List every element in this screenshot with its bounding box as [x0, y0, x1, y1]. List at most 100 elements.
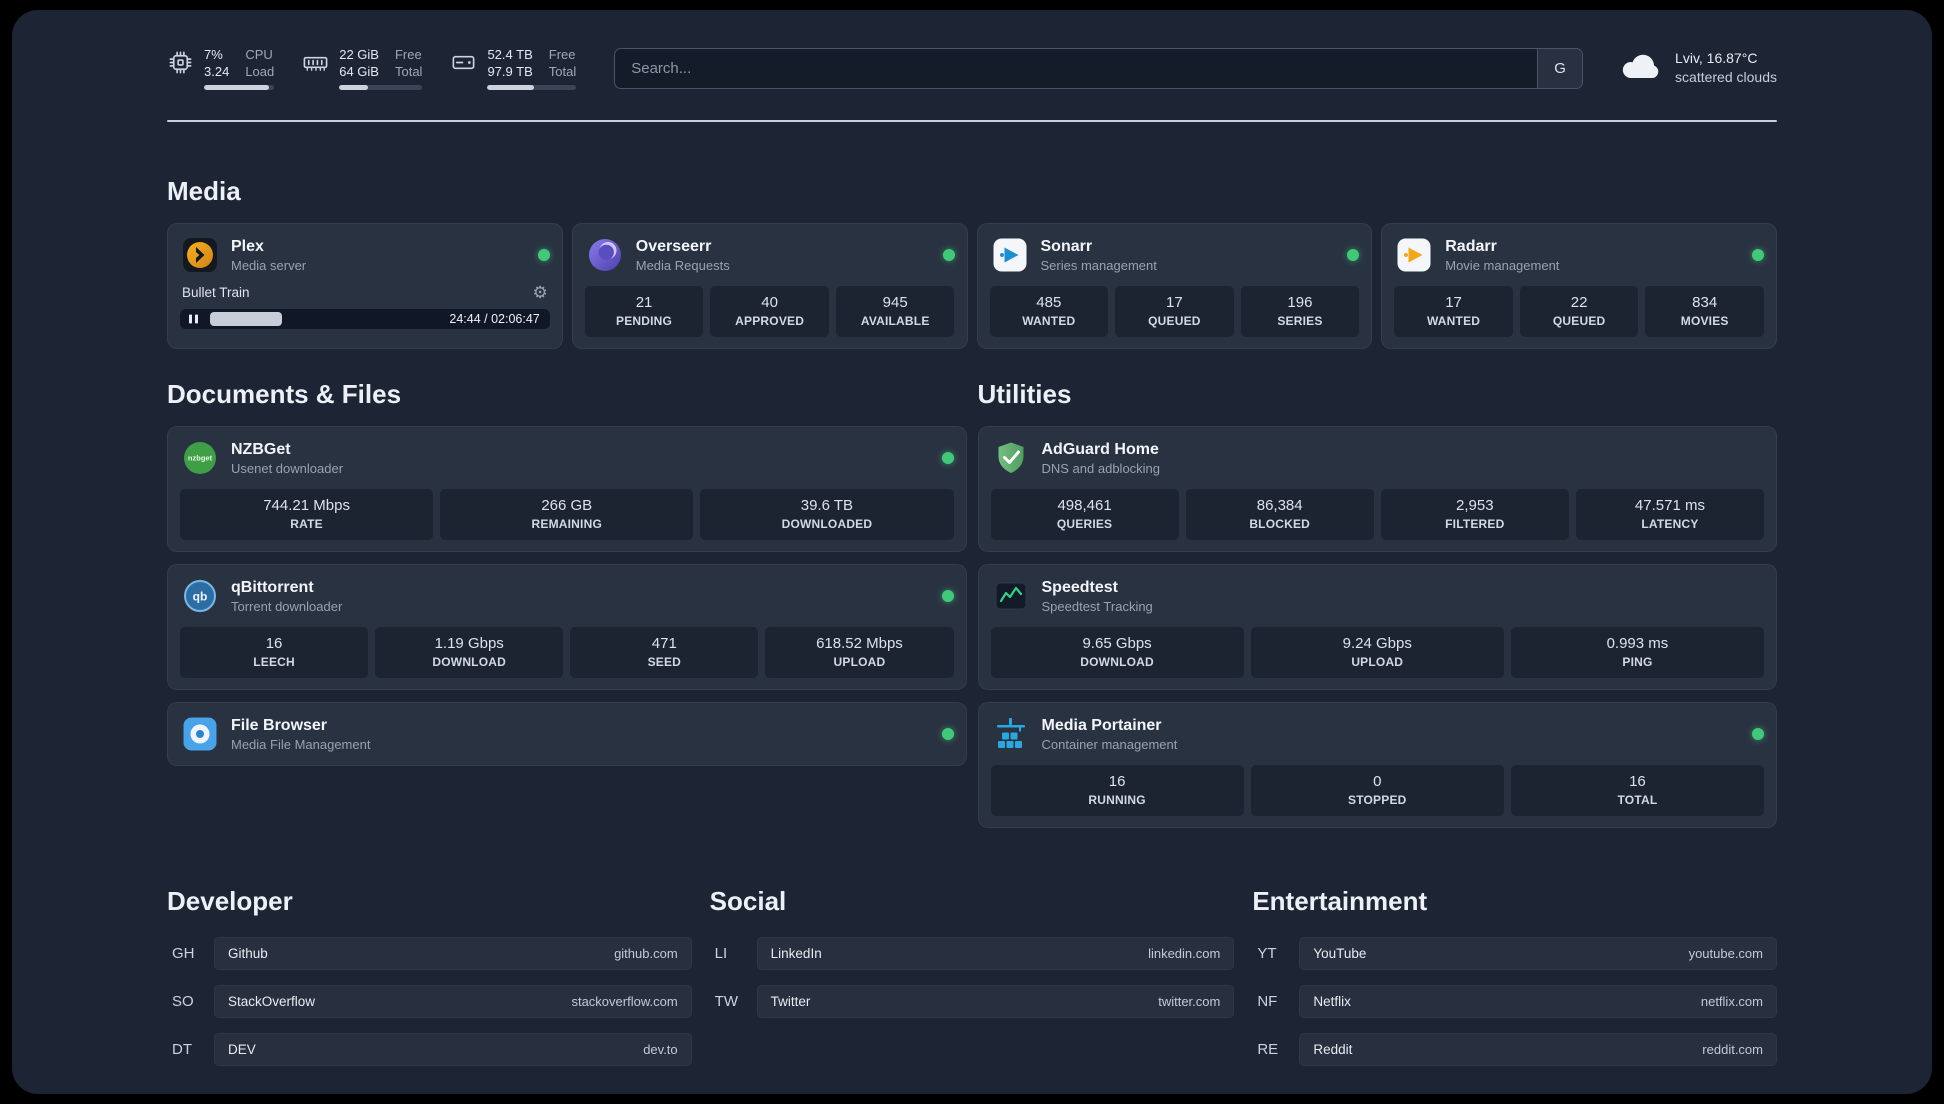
stat-approved: 40 APPROVED: [710, 286, 829, 337]
stat-filtered: 2,953 FILTERED: [1380, 489, 1569, 540]
bookmark-twitter[interactable]: TW Twitter twitter.com: [710, 985, 1235, 1018]
bookmark-github[interactable]: GH Github github.com: [167, 937, 692, 970]
service-card-nzbget[interactable]: nzbget NZBGet Usenet downloader 744.21 M…: [167, 426, 967, 552]
bookmark-reddit[interactable]: RE Reddit reddit.com: [1252, 1033, 1777, 1066]
service-name: AdGuard Home: [1041, 440, 1159, 458]
section-title-developer: Developer: [167, 886, 293, 916]
pause-icon[interactable]: [189, 314, 198, 324]
bookmark-group-entertainment: Entertainment YT YouTube youtube.com NF …: [1252, 886, 1777, 1081]
status-dot: [941, 590, 954, 602]
service-card-radarr[interactable]: Radarr Movie management 17 WANTED 22 QUE…: [1381, 223, 1777, 349]
bookmark-linkedin[interactable]: LI LinkedIn linkedin.com: [710, 937, 1235, 970]
bookmark-pill: DEV dev.to: [214, 1033, 692, 1066]
cpu-widget: 7% 3.24 CPU Load: [167, 46, 275, 90]
filebrowser-icon: [180, 714, 220, 754]
service-name: Speedtest: [1041, 578, 1118, 596]
cpu-load-value: 3.24: [204, 64, 230, 79]
search-input[interactable]: [614, 47, 1584, 89]
service-name: qBittorrent: [231, 578, 314, 596]
bookmark-pill: YouTube youtube.com: [1299, 937, 1777, 970]
memory-free-value: 22 GiB: [339, 47, 379, 62]
cpu-load-label: Load: [245, 64, 275, 79]
service-desc: Container management: [1041, 736, 1178, 752]
service-card-overseerr[interactable]: Overseerr Media Requests 21 PENDING 40 A…: [571, 223, 968, 349]
service-card-speedtest[interactable]: Speedtest Speedtest Tracking 9.65 Gbps D…: [977, 564, 1777, 690]
service-card-plex[interactable]: Plex Media server Bullet Train ⚙ 24:44 /…: [167, 223, 563, 349]
service-name: Media Portainer: [1041, 716, 1162, 734]
qbittorrent-icon: qb: [180, 576, 220, 616]
bookmark-youtube[interactable]: YT YouTube youtube.com: [1252, 937, 1777, 970]
status-dot: [942, 249, 955, 261]
service-card-qbittorrent[interactable]: qb qBittorrent Torrent downloader 16 LEE…: [167, 564, 967, 690]
adguard-icon: [991, 438, 1031, 478]
service-desc: Series management: [1040, 257, 1157, 273]
section-title-documents: Documents & Files: [167, 379, 402, 409]
service-card-portainer[interactable]: Media Portainer Container management 16 …: [977, 702, 1777, 828]
memory-icon: [302, 49, 329, 76]
bookmark-pill: Twitter twitter.com: [756, 985, 1235, 1018]
service-card-sonarr[interactable]: Sonarr Series management 485 WANTED 17 Q…: [976, 223, 1373, 349]
cloud-icon: [1619, 49, 1663, 88]
bookmark-pill: Netflix netflix.com: [1299, 985, 1777, 1018]
bookmark-pill: StackOverflow stackoverflow.com: [214, 985, 692, 1018]
service-name: NZBGet: [231, 440, 291, 458]
section-title-utilities: Utilities: [977, 379, 1072, 409]
cpu-bar-fill: [204, 85, 270, 90]
memory-bar: [339, 85, 423, 90]
memory-bar-fill: [339, 85, 368, 90]
stat-rate: 744.21 Mbps RATE: [180, 489, 434, 540]
weather-location: Lviv, 16.87°C: [1675, 50, 1758, 66]
cpu-label: CPU: [245, 47, 273, 62]
service-name: Overseerr: [635, 237, 712, 255]
speedtest-icon: [991, 576, 1031, 616]
bookmark-abbr: SO: [172, 993, 194, 1010]
stat-upload: 618.52 Mbps UPLOAD: [765, 627, 954, 678]
sonarr-icon: [990, 235, 1030, 275]
nzbget-icon: nzbget: [180, 438, 220, 478]
disk-widget: 52.4 TB 97.9 TB Free Total: [450, 46, 577, 90]
stat-leech: 16 LEECH: [180, 627, 369, 678]
cpu-usage: 7%: [204, 47, 223, 62]
service-desc: DNS and adblocking: [1041, 460, 1161, 476]
weather-condition: scattered clouds: [1675, 69, 1777, 85]
bookmark-dev[interactable]: DT DEV dev.to: [167, 1033, 692, 1066]
stat-blocked: 86,384 BLOCKED: [1185, 489, 1374, 540]
disk-total-label: Total: [548, 64, 577, 79]
now-playing-title: Bullet Train: [182, 285, 250, 300]
stat-pending: 21 PENDING: [584, 286, 704, 337]
bookmark-abbr: YT: [1257, 945, 1277, 962]
stat-queued: 17 QUEUED: [1115, 286, 1234, 337]
service-card-adguard[interactable]: AdGuard Home DNS and adblocking 498,461 …: [977, 426, 1777, 552]
bookmark-netflix[interactable]: NF Netflix netflix.com: [1252, 985, 1777, 1018]
stat-queued: 22 QUEUED: [1519, 286, 1639, 337]
service-desc: Speedtest Tracking: [1041, 598, 1153, 614]
topbar: 7% 3.24 CPU Load 22 GiB 64 GiB Free Tota…: [167, 46, 1777, 90]
stat-running: 16 RUNNING: [990, 765, 1244, 816]
service-desc: Movie management: [1445, 257, 1560, 273]
bookmark-stackoverflow[interactable]: SO StackOverflow stackoverflow.com: [167, 985, 692, 1018]
bookmark-pill: Github github.com: [214, 937, 692, 970]
bookmark-abbr: GH: [172, 945, 195, 962]
service-card-filebrowser[interactable]: File Browser Media File Management: [167, 702, 967, 766]
bookmark-pill: LinkedIn linkedin.com: [756, 937, 1235, 970]
bookmark-group-social: Social LI LinkedIn linkedin.com TW Twitt…: [710, 886, 1235, 1033]
memory-total-value: 64 GiB: [339, 64, 379, 79]
service-desc: Media Requests: [635, 257, 730, 273]
stat-download: 1.19 Gbps DOWNLOAD: [375, 627, 564, 678]
portainer-icon: [991, 714, 1031, 754]
status-dot: [941, 452, 954, 464]
section-title-media: Media: [167, 176, 241, 206]
stat-download: 9.65 Gbps DOWNLOAD: [990, 627, 1244, 678]
stat-wanted: 17 WANTED: [1394, 286, 1513, 337]
bookmark-group-developer: Developer GH Github github.com SO StackO…: [167, 886, 692, 1081]
disk-bar: [487, 85, 577, 90]
disk-free-label: Free: [548, 47, 576, 62]
service-desc: Torrent downloader: [231, 598, 343, 614]
settings-gear-icon[interactable]: ⚙: [533, 284, 548, 301]
bookmark-abbr: RE: [1257, 1041, 1279, 1058]
memory-free-label: Free: [394, 47, 422, 62]
section-title-entertainment: Entertainment: [1252, 886, 1428, 916]
playback-progress-bar[interactable]: 24:44 / 02:06:47: [180, 309, 550, 329]
plex-icon: [180, 235, 220, 275]
search-provider-button[interactable]: G: [1537, 48, 1583, 88]
